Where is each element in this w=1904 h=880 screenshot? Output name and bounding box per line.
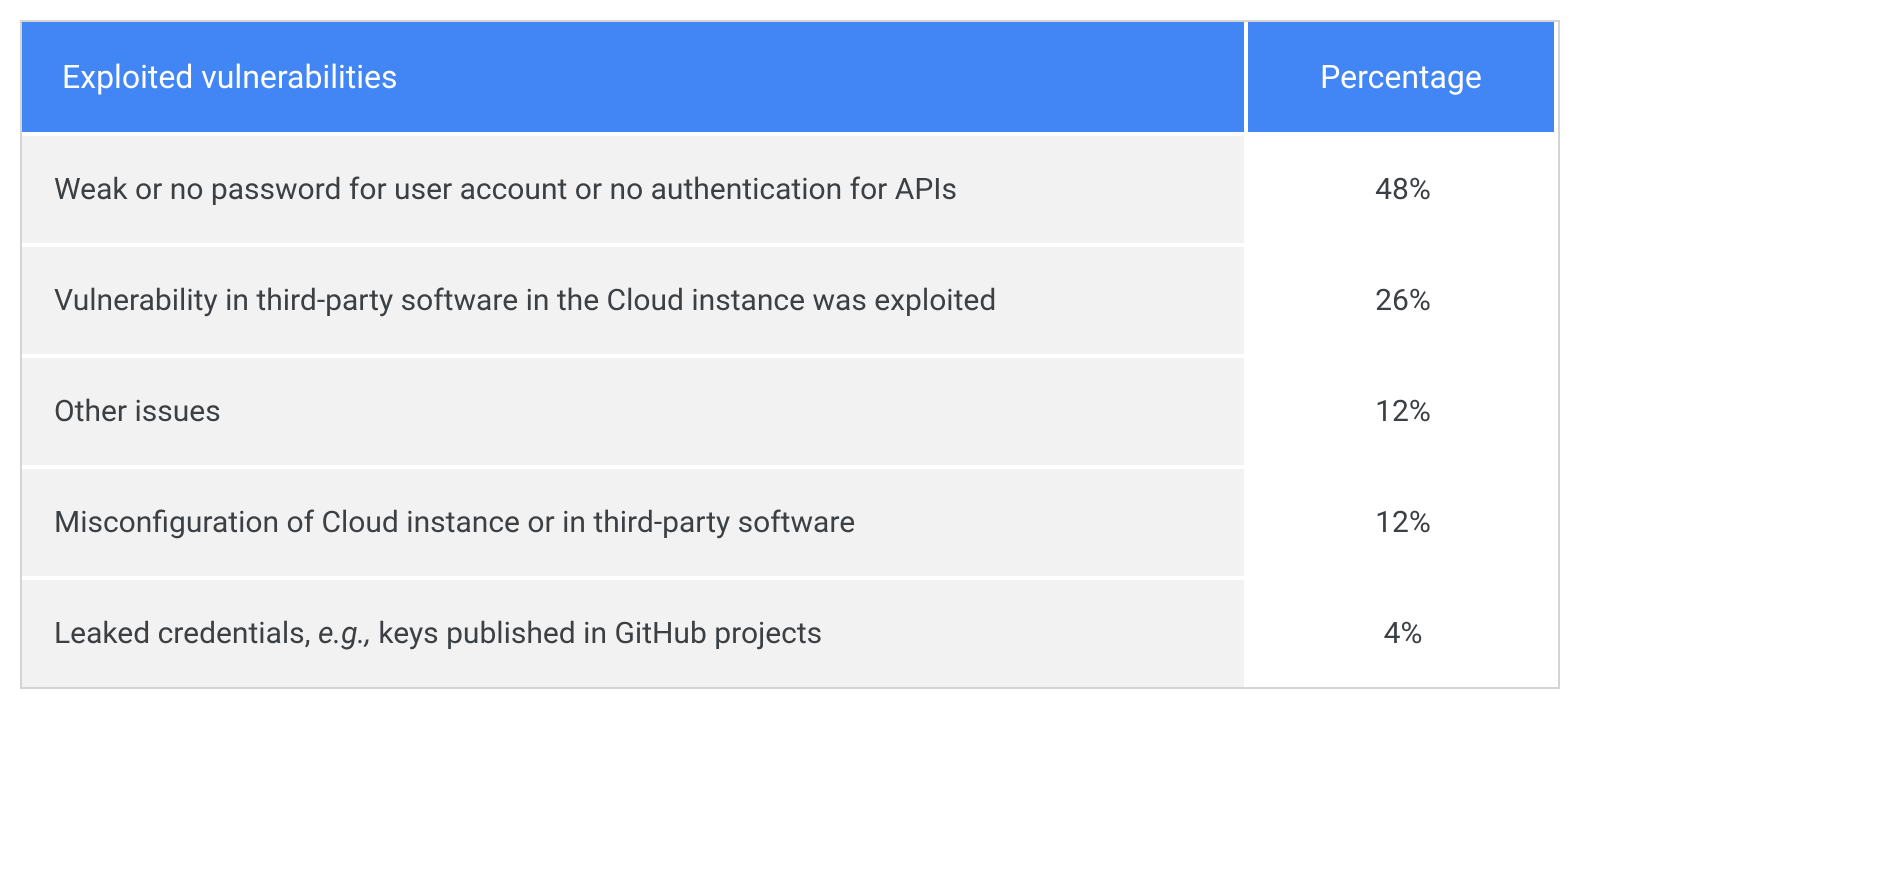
vulnerability-description: Other issues xyxy=(22,358,1248,465)
table-row: Misconfiguration of Cloud instance or in… xyxy=(22,465,1558,576)
table-row: Leaked credentials, e.g., keys published… xyxy=(22,576,1558,687)
vulnerability-description: Leaked credentials, e.g., keys published… xyxy=(22,580,1248,687)
vulnerability-percentage: 12% xyxy=(1248,358,1558,465)
header-percentage: Percentage xyxy=(1248,22,1558,132)
vulnerability-percentage: 26% xyxy=(1248,247,1558,354)
vulnerability-percentage: 48% xyxy=(1248,136,1558,243)
table-header-row: Exploited vulnerabilities Percentage xyxy=(22,22,1558,132)
vulnerability-description: Misconfiguration of Cloud instance or in… xyxy=(22,469,1248,576)
table-row: Weak or no password for user account or … xyxy=(22,132,1558,243)
header-vulnerabilities: Exploited vulnerabilities xyxy=(22,22,1248,132)
vulnerability-description: Vulnerability in third-party software in… xyxy=(22,247,1248,354)
table-row: Vulnerability in third-party software in… xyxy=(22,243,1558,354)
vulnerability-percentage: 4% xyxy=(1248,580,1558,687)
vulnerability-percentage: 12% xyxy=(1248,469,1558,576)
table-row: Other issues 12% xyxy=(22,354,1558,465)
vulnerability-table: Exploited vulnerabilities Percentage Wea… xyxy=(20,20,1560,689)
vulnerability-description: Weak or no password for user account or … xyxy=(22,136,1248,243)
